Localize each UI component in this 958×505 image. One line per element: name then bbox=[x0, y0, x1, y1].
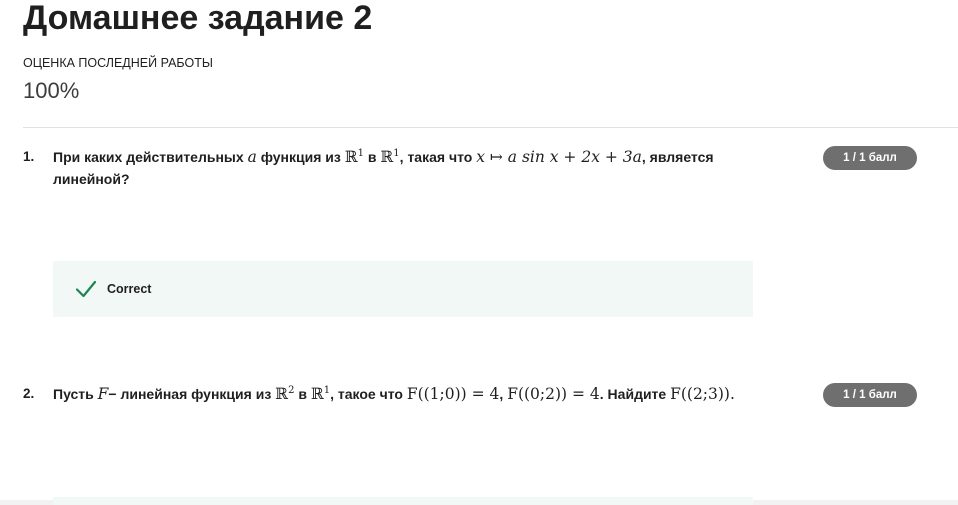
question-text-part: в bbox=[298, 386, 307, 402]
math-exponent: 1 bbox=[357, 147, 365, 159]
real-numbers-symbol: ℝ bbox=[275, 385, 289, 403]
question-number: 1. bbox=[23, 149, 35, 164]
feedback-label: Correct bbox=[107, 282, 152, 296]
math-formula: F((0;2)) = 4 bbox=[507, 385, 600, 403]
math-variable: F bbox=[97, 385, 109, 403]
divider bbox=[23, 127, 958, 128]
question-text-part: функция из bbox=[260, 149, 341, 165]
real-numbers-symbol: ℝ bbox=[310, 385, 324, 403]
feedback-box-partial bbox=[53, 497, 753, 505]
question-text-part: . Найдите bbox=[599, 386, 667, 402]
question-text-part: в bbox=[367, 149, 377, 165]
page-title: Домашнее задание 2 bbox=[23, 0, 373, 37]
question-text-part: , такая что bbox=[399, 149, 473, 165]
grade-label: ОЦЕНКА ПОСЛЕДНЕЙ РАБОТЫ bbox=[23, 56, 213, 70]
question-text: Пусть F− линейная функция из ℝ2 в ℝ1, та… bbox=[53, 383, 753, 405]
score-badge: 1 / 1 балл bbox=[823, 146, 917, 170]
question-text: При каких действительных a функция из ℝ1… bbox=[53, 146, 753, 190]
score-badge: 1 / 1 балл bbox=[823, 383, 917, 407]
question-text-part: При каких действительных bbox=[53, 149, 244, 165]
math-formula: x ↦ a sin x + 2x + 3a bbox=[476, 148, 642, 166]
math-symbol: ℝ1 bbox=[311, 385, 330, 403]
math-period: . bbox=[729, 385, 735, 403]
question-text-part: , такое что bbox=[330, 386, 403, 402]
math-formula: F((1;0)) = 4 bbox=[406, 385, 500, 403]
real-numbers-symbol: ℝ bbox=[380, 148, 394, 166]
question-number: 2. bbox=[23, 386, 35, 401]
math-formula: F((2;3)) bbox=[670, 385, 730, 403]
math-symbol: ℝ1 bbox=[345, 148, 364, 166]
feedback-box: Correct bbox=[53, 261, 753, 317]
math-symbol: ℝ2 bbox=[275, 385, 294, 403]
real-numbers-symbol: ℝ bbox=[344, 148, 358, 166]
check-icon bbox=[75, 280, 97, 298]
assignment-page: Домашнее задание 2 ОЦЕНКА ПОСЛЕДНЕЙ РАБО… bbox=[0, 0, 958, 505]
question-text-part: , bbox=[499, 386, 504, 402]
question-text-part: − линейная функция из bbox=[108, 386, 272, 402]
math-symbol: ℝ1 bbox=[380, 148, 399, 166]
math-exponent: 2 bbox=[288, 384, 295, 396]
math-variable: a bbox=[247, 148, 257, 166]
question-text-part: Пусть bbox=[53, 386, 94, 402]
grade-value: 100% bbox=[23, 78, 80, 103]
